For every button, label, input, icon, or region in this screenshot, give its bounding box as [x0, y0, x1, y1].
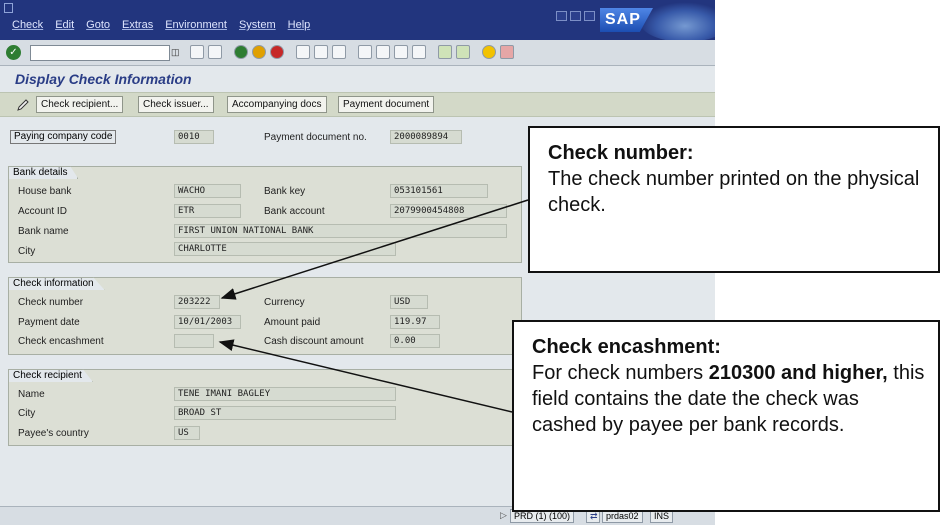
- payment-date-label: Payment date: [18, 317, 80, 328]
- menu-environment[interactable]: Environment: [165, 19, 227, 31]
- menu-system[interactable]: System: [239, 19, 276, 31]
- menu-edit[interactable]: Edit: [55, 19, 74, 31]
- bank-key-label: Bank key: [264, 186, 306, 197]
- menu-bar: Check Edit Goto Extras Environment Syste…: [0, 0, 715, 40]
- check-number-callout-title: Check number:: [548, 142, 694, 164]
- bank-city-label: City: [18, 246, 36, 257]
- check-information-title: Check information: [8, 277, 105, 290]
- bank-key-field[interactable]: 053101561: [390, 184, 488, 198]
- check-number-callout: Check number: The check number printed o…: [528, 126, 940, 273]
- print-icon[interactable]: [296, 45, 310, 59]
- previous-page-icon[interactable]: [376, 45, 390, 59]
- payee-country-field[interactable]: US: [174, 426, 200, 440]
- recipient-name-label: Name: [18, 389, 45, 400]
- payment-date-field[interactable]: 10/01/2003: [174, 315, 241, 329]
- cash-discount-label: Cash discount amount: [264, 336, 364, 347]
- payee-country-label: Payee's country: [18, 428, 89, 439]
- pencil-icon[interactable]: [16, 98, 30, 112]
- check-encashment-callout: Check encashment: For check numbers 2103…: [512, 320, 940, 512]
- minimize-icon[interactable]: [556, 11, 567, 21]
- shortcut-icon[interactable]: [456, 45, 470, 59]
- command-history-icon[interactable]: ◫: [171, 46, 181, 59]
- bank-account-field[interactable]: 2079900454808: [390, 204, 507, 218]
- menu-check[interactable]: Check: [12, 19, 43, 31]
- page-title: Display Check Information: [15, 71, 192, 87]
- check-encashment-callout-title: Check encashment:: [532, 336, 721, 358]
- check-issuer-button[interactable]: Check issuer...: [138, 96, 214, 113]
- command-field[interactable]: [30, 45, 170, 61]
- check-recipient-title: Check recipient: [8, 369, 93, 382]
- status-expand-icon[interactable]: ▷: [500, 510, 507, 521]
- previous-icon[interactable]: [190, 45, 204, 59]
- bank-name-label: Bank name: [18, 226, 69, 237]
- check-number-label: Check number: [18, 297, 84, 308]
- paying-company-code-field[interactable]: 0010: [174, 130, 214, 144]
- exit-icon[interactable]: [252, 45, 266, 59]
- check-recipient-button[interactable]: Check recipient...: [36, 96, 124, 113]
- check-encashment-label: Check encashment: [18, 336, 104, 347]
- amount-paid-field[interactable]: 119.97: [390, 315, 440, 329]
- menu-goto[interactable]: Goto: [86, 19, 110, 31]
- menu-help[interactable]: Help: [288, 19, 311, 31]
- maximize-icon[interactable]: [570, 11, 581, 21]
- bank-name-field[interactable]: FIRST UNION NATIONAL BANK: [174, 224, 507, 238]
- check-encashment-field[interactable]: [174, 334, 214, 348]
- check-number-field[interactable]: 203222: [174, 295, 220, 309]
- help-icon[interactable]: [482, 45, 496, 59]
- house-bank-field[interactable]: WACHO: [174, 184, 241, 198]
- recipient-name-field[interactable]: TENE IMANI BAGLEY: [174, 387, 396, 401]
- currency-field[interactable]: USD: [390, 295, 428, 309]
- account-id-field[interactable]: ETR: [174, 204, 241, 218]
- bank-city-field[interactable]: CHARLOTTE: [174, 242, 396, 256]
- close-window-icon[interactable]: [584, 11, 595, 21]
- house-bank-label: House bank: [18, 186, 72, 197]
- cash-discount-field[interactable]: 0.00: [390, 334, 440, 348]
- payment-document-no-label: Payment document no.: [264, 132, 367, 143]
- layout-menu-icon[interactable]: [500, 45, 514, 59]
- account-id-label: Account ID: [18, 206, 67, 217]
- payment-document-button[interactable]: Payment document: [338, 96, 435, 113]
- cancel-icon[interactable]: [270, 45, 284, 59]
- sap-swirl-graphic: [640, 2, 715, 40]
- check-encashment-callout-text-1: For check numbers: [532, 362, 709, 384]
- enter-icon[interactable]: ✓: [6, 45, 21, 60]
- menu-extras[interactable]: Extras: [122, 19, 153, 31]
- next-page-icon[interactable]: [394, 45, 408, 59]
- save-icon[interactable]: [208, 45, 222, 59]
- currency-label: Currency: [264, 297, 305, 308]
- bank-details-title: Bank details: [8, 166, 79, 179]
- menu-list: Check Edit Goto Extras Environment Syste…: [12, 19, 322, 31]
- recipient-city-label: City: [18, 408, 36, 419]
- bank-account-label: Bank account: [264, 206, 325, 217]
- find-icon[interactable]: [314, 45, 328, 59]
- check-encashment-callout-bold: 210300 and higher,: [708, 362, 888, 384]
- create-session-icon[interactable]: [438, 45, 452, 59]
- recipient-city-field[interactable]: BROAD ST: [174, 406, 396, 420]
- amount-paid-label: Amount paid: [264, 317, 321, 328]
- accompanying-docs-button[interactable]: Accompanying docs: [227, 96, 327, 113]
- find-next-icon[interactable]: [332, 45, 346, 59]
- last-page-icon[interactable]: [412, 45, 426, 59]
- paying-company-code-label: Paying company code: [10, 130, 117, 144]
- payment-document-no-field[interactable]: 2000089894: [390, 130, 462, 144]
- system-menu-icon[interactable]: [4, 3, 13, 13]
- first-page-icon[interactable]: [358, 45, 372, 59]
- application-toolbar: Check recipient... Check issuer... Accom…: [0, 92, 715, 117]
- back-icon[interactable]: [234, 45, 248, 59]
- check-number-callout-text: The check number printed on the physical…: [548, 168, 920, 216]
- standard-toolbar: ✓ ◫: [0, 40, 715, 66]
